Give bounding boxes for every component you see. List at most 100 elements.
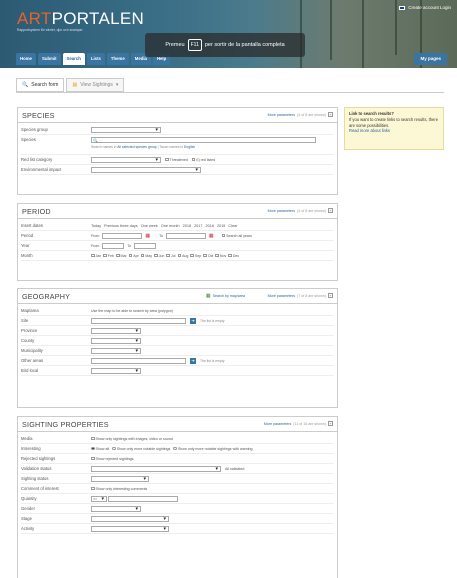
date-link-clear[interactable]: Clear [228,224,237,228]
notable-warning-radio[interactable] [173,446,177,451]
period-more-label[interactable]: More parameters [268,209,295,213]
date-link-2015[interactable]: 2015 [217,224,225,228]
county-label: County [21,338,35,343]
chevron-down-icon: ▾ [115,82,119,88]
date-link-2017[interactable]: 2017 [194,224,202,228]
year-from-input[interactable] [102,242,125,249]
red-list-select[interactable] [91,156,161,163]
geography-more-parameters[interactable]: More parameters (7 of 8 are shown) + [268,293,333,298]
expand-icon[interactable]: + [328,208,333,213]
month-nov-label: Nov [219,253,227,258]
month-feb-checkbox[interactable] [103,253,107,258]
province-select[interactable] [91,327,141,334]
search-all-years-checkbox[interactable] [221,233,226,238]
calendar-icon[interactable]: ▦ [209,233,214,239]
month-jun-label: Jun [158,253,165,258]
nav-tab-lists[interactable]: Lists [86,53,105,65]
validation-label: Validation status [21,466,52,471]
activity-select[interactable] [91,525,169,532]
not-listed-label: Ej red listed [196,157,216,162]
bird-local-label: Bird local [21,368,39,373]
gender-select[interactable] [91,505,141,512]
sighting-properties-section: SIGHTING PROPERTIES More parameters (11 … [17,416,338,578]
nav-tab-theme[interactable]: Theme [106,53,129,65]
nav-tab-search[interactable]: Search [62,53,85,65]
nav-tab-home[interactable]: Home [16,53,36,65]
date-link-previous-three-days[interactable]: Previous three days [104,224,138,228]
month-oct-checkbox[interactable] [203,253,207,258]
sighting-more-label[interactable]: More parameters [264,422,291,426]
from-date-input[interactable] [102,232,143,239]
sighting-more-parameters[interactable]: More parameters (11 of 16 are shown) + [264,421,333,426]
tab-search-form[interactable]: 🔍 Search form [16,78,65,92]
month-jan-checkbox[interactable] [91,253,95,258]
period-more-parameters[interactable]: More parameters (4 of 8 are shown) + [268,208,333,213]
expand-icon[interactable]: + [328,112,333,117]
species-input[interactable]: 🔍 [91,137,316,143]
search-by-map-button[interactable]: ▦ Search by map/area [206,293,245,299]
expand-icon[interactable]: + [328,293,333,298]
species-group-select[interactable] [91,126,161,133]
species-more-label[interactable]: More parameters [268,113,295,117]
month-sep-checkbox[interactable] [190,253,194,258]
species-more-parameters[interactable]: More parameters (4 of 8 are shown) + [268,112,333,117]
bird-local-select[interactable] [91,367,141,374]
search-icon: 🔍 [22,82,29,88]
media-checkbox[interactable] [91,436,95,441]
comment-checkbox[interactable] [91,486,95,491]
geography-more-label[interactable]: More parameters [268,294,295,298]
month-mar-label: Mar [120,253,127,258]
date-link-2018[interactable]: 2018 [183,224,191,228]
threatened-checkbox[interactable] [165,157,169,162]
year-to-input[interactable] [134,242,157,249]
expand-icon[interactable]: + [328,421,333,426]
notable-radio[interactable] [112,446,116,451]
month-dec-checkbox[interactable] [228,253,232,258]
other-areas-input[interactable] [91,357,186,364]
month-mar-checkbox[interactable] [116,253,120,258]
date-link-one-week[interactable]: One week [141,224,158,228]
month-jul-checkbox[interactable] [166,253,170,258]
map-area-label: Map/area [21,308,39,313]
arrow-right-icon[interactable]: ➜ [190,357,196,364]
search-by-map-label[interactable]: Search by map/area [213,294,245,298]
month-aug-checkbox[interactable] [177,253,181,258]
logo[interactable]: ARTPORTALEN [17,10,144,28]
tab-view-sightings[interactable]: ▤ View Sightings ▾ [66,78,125,92]
list-icon: ▤ [72,82,78,88]
my-pages-button[interactable]: My pages [414,53,447,65]
account-text[interactable]: Create account Login [408,5,451,10]
nav-tab-submit[interactable]: Submit [37,53,61,65]
read-more-links[interactable]: Read more about links [349,128,439,133]
activity-label: Activity [21,526,35,531]
stage-select[interactable] [91,515,169,522]
other-areas-label: Other areas [21,358,44,363]
county-select[interactable] [91,337,141,344]
month-nov-checkbox[interactable] [215,253,219,258]
calendar-icon[interactable]: ▦ [145,233,150,239]
arrow-right-icon[interactable]: ➜ [190,317,196,324]
show-all-radio[interactable] [91,446,95,451]
month-label: Month [21,253,33,258]
language-flag-icon[interactable] [399,5,406,10]
month-jun-checkbox[interactable] [154,253,158,258]
page: ARTPORTALEN Rapportsystem för växter, dj… [0,0,457,578]
quantity-input[interactable] [108,495,178,502]
species-group-hint-link[interactable]: All selected species group [117,145,156,149]
to-date-input[interactable] [165,232,206,239]
rejected-checkbox[interactable] [91,456,95,461]
date-link-2016[interactable]: 2016 [206,224,214,228]
account-links[interactable]: Create account Login [399,5,451,10]
date-link-one-month[interactable]: One month [161,224,180,228]
quantity-operator-select[interactable]: >= [91,495,107,502]
site-input[interactable] [91,317,186,324]
taxon-language-link[interactable]: English [184,145,195,149]
validation-select[interactable] [91,465,221,472]
month-apr-checkbox[interactable] [128,253,133,258]
status-select[interactable] [91,475,149,482]
env-impact-select[interactable] [91,166,201,173]
month-may-checkbox[interactable] [140,253,145,258]
municipality-select[interactable] [91,347,141,354]
not-listed-checkbox[interactable] [191,157,196,162]
date-link-today[interactable]: Today [91,224,101,228]
